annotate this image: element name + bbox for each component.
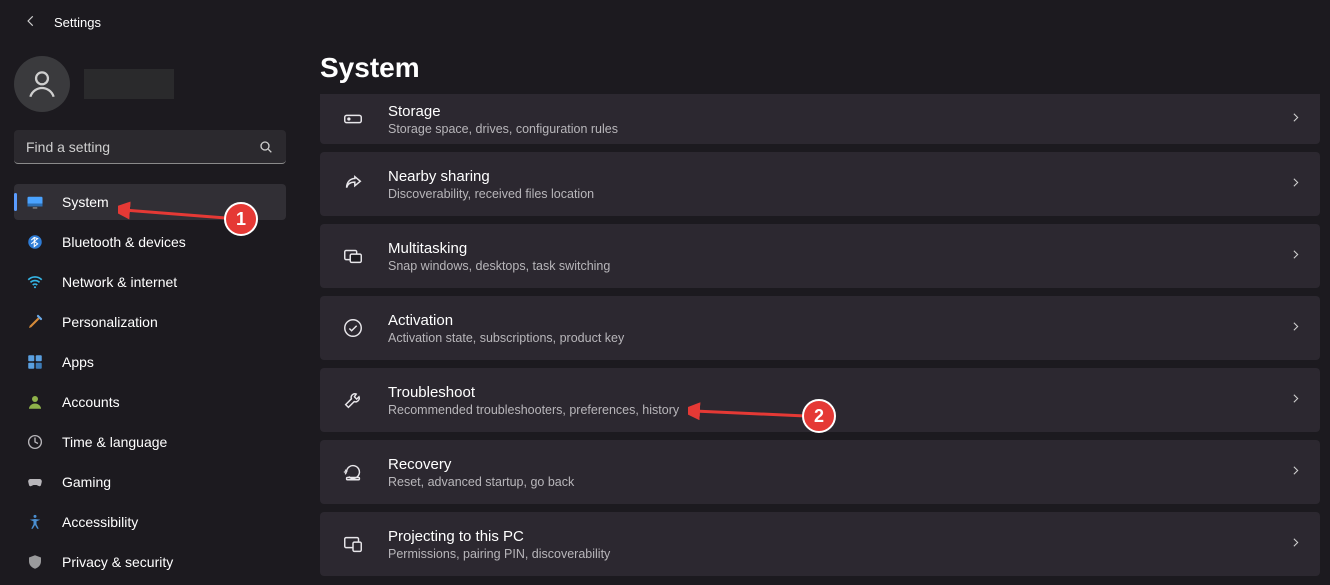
sidebar-item-network[interactable]: Network & internet <box>14 264 286 300</box>
account-name <box>84 69 174 99</box>
bluetooth-icon <box>26 233 44 251</box>
main-content: System Storage Storage space, drives, co… <box>320 52 1320 585</box>
sidebar-item-privacy[interactable]: Privacy & security <box>14 544 286 580</box>
settings-row-text: Nearby sharing Discoverability, received… <box>388 168 1289 201</box>
sidebar-item-apps[interactable]: Apps <box>14 344 286 380</box>
settings-row-nearby-sharing[interactable]: Nearby sharing Discoverability, received… <box>320 152 1320 216</box>
sidebar-item-gaming[interactable]: Gaming <box>14 464 286 500</box>
sidebar-item-accessibility[interactable]: Accessibility <box>14 504 286 540</box>
sidebar-item-label: Personalization <box>62 314 158 330</box>
sidebar-item-accounts[interactable]: Accounts <box>14 384 286 420</box>
settings-row-title: Activation <box>388 312 1289 329</box>
settings-row-sub: Storage space, drives, configuration rul… <box>388 122 1289 136</box>
settings-row-text: Storage Storage space, drives, configura… <box>388 103 1289 136</box>
search-box[interactable] <box>14 130 286 164</box>
sidebar-item-label: System <box>62 194 109 210</box>
nav-list: System Bluetooth & devices Network & int… <box>14 184 286 580</box>
settings-row-sub: Activation state, subscriptions, product… <box>388 331 1289 345</box>
settings-row-text: Recovery Reset, advanced startup, go bac… <box>388 456 1289 489</box>
settings-row-title: Multitasking <box>388 240 1289 257</box>
settings-row-multitasking[interactable]: Multitasking Snap windows, desktops, tas… <box>320 224 1320 288</box>
settings-row-text: Troubleshoot Recommended troubleshooters… <box>388 384 1289 417</box>
chevron-right-icon <box>1289 320 1302 336</box>
settings-row-text: Multitasking Snap windows, desktops, tas… <box>388 240 1289 273</box>
sidebar-item-time-language[interactable]: Time & language <box>14 424 286 460</box>
apps-icon <box>26 353 44 371</box>
settings-row-recovery[interactable]: Recovery Reset, advanced startup, go bac… <box>320 440 1320 504</box>
clock-globe-icon <box>26 433 44 451</box>
settings-row-sub: Snap windows, desktops, task switching <box>388 259 1289 273</box>
recovery-icon <box>342 461 364 483</box>
settings-row-title: Projecting to this PC <box>388 528 1289 545</box>
account-block[interactable] <box>14 56 286 112</box>
sidebar-item-label: Accounts <box>62 394 120 410</box>
multitasking-icon <box>342 245 364 267</box>
gamepad-icon <box>26 473 44 491</box>
app-title: Settings <box>54 15 101 30</box>
sidebar-item-label: Gaming <box>62 474 111 490</box>
settings-row-title: Troubleshoot <box>388 384 1289 401</box>
sidebar-item-personalization[interactable]: Personalization <box>14 304 286 340</box>
wifi-icon <box>26 273 44 291</box>
wrench-icon <box>342 389 364 411</box>
back-button[interactable] <box>24 14 38 31</box>
sidebar-item-label: Privacy & security <box>62 554 173 570</box>
annotation-badge-2: 2 <box>802 399 836 433</box>
settings-row-projecting[interactable]: Projecting to this PC Permissions, pairi… <box>320 512 1320 576</box>
chevron-right-icon <box>1289 392 1302 408</box>
settings-row-title: Recovery <box>388 456 1289 473</box>
settings-row-sub: Discoverability, received files location <box>388 187 1289 201</box>
sidebar-item-label: Network & internet <box>62 274 177 290</box>
settings-row-title: Storage <box>388 103 1289 120</box>
search-input[interactable] <box>14 130 286 164</box>
settings-row-text: Projecting to this PC Permissions, pairi… <box>388 528 1289 561</box>
paintbrush-icon <box>26 313 44 331</box>
page-title: System <box>320 52 1320 84</box>
settings-row-sub: Recommended troubleshooters, preferences… <box>388 403 1289 417</box>
settings-row-title: Nearby sharing <box>388 168 1289 185</box>
share-icon <box>342 173 364 195</box>
sidebar-item-label: Apps <box>62 354 94 370</box>
settings-row-text: Activation Activation state, subscriptio… <box>388 312 1289 345</box>
chevron-right-icon <box>1289 536 1302 552</box>
shield-icon <box>26 553 44 571</box>
sidebar-item-label: Accessibility <box>62 514 138 530</box>
annotation-badge-1: 1 <box>224 202 258 236</box>
settings-row-activation[interactable]: Activation Activation state, subscriptio… <box>320 296 1320 360</box>
person-icon <box>26 393 44 411</box>
storage-icon <box>342 108 364 130</box>
sidebar-item-label: Bluetooth & devices <box>62 234 186 250</box>
window-header: Settings <box>0 0 1330 35</box>
display-icon <box>26 193 44 211</box>
settings-row-storage[interactable]: Storage Storage space, drives, configura… <box>320 94 1320 144</box>
chevron-right-icon <box>1289 176 1302 192</box>
avatar-icon <box>14 56 70 112</box>
settings-row-sub: Reset, advanced startup, go back <box>388 475 1289 489</box>
projecting-icon <box>342 533 364 555</box>
sidebar: System Bluetooth & devices Network & int… <box>0 46 300 585</box>
checkmark-circle-icon <box>342 317 364 339</box>
settings-row-sub: Permissions, pairing PIN, discoverabilit… <box>388 547 1289 561</box>
chevron-right-icon <box>1289 248 1302 264</box>
chevron-right-icon <box>1289 464 1302 480</box>
chevron-right-icon <box>1289 111 1302 127</box>
search-icon <box>258 139 274 155</box>
settings-list: Storage Storage space, drives, configura… <box>320 94 1320 576</box>
sidebar-item-label: Time & language <box>62 434 167 450</box>
accessibility-icon <box>26 513 44 531</box>
